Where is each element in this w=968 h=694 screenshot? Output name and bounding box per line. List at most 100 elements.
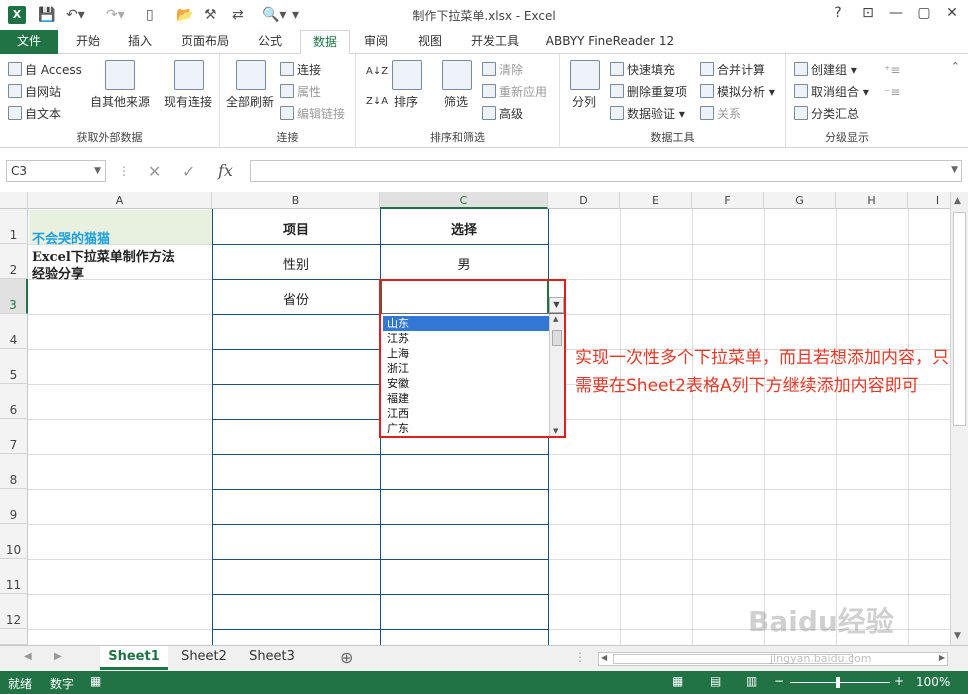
from-web-button[interactable]: 自网站	[8, 84, 61, 100]
column-header-h[interactable]: H	[836, 192, 908, 209]
cell-c1[interactable]: 选择	[380, 219, 548, 238]
advanced-filter-button[interactable]: 高级	[482, 106, 523, 122]
scroll-right-icon[interactable]: ▶	[939, 653, 945, 662]
relationships-button[interactable]: 关系	[700, 106, 741, 122]
reapply-button[interactable]: 重新应用	[482, 84, 547, 100]
row-header[interactable]: 4	[0, 314, 28, 349]
cell-b1[interactable]: 项目	[212, 219, 380, 238]
chevron-down-icon[interactable]: ▼	[94, 161, 101, 181]
sheet-tab-sheet1[interactable]: Sheet1	[100, 646, 168, 670]
group-button[interactable]: 创建组 ▾	[794, 62, 857, 78]
tab-file[interactable]: 文件	[0, 30, 58, 54]
cell-c2[interactable]: 男	[380, 254, 548, 273]
scroll-up-icon[interactable]: ▲	[954, 196, 961, 206]
page-break-view-icon[interactable]: ▥	[746, 674, 757, 688]
restore-icon[interactable]: ▢	[912, 5, 936, 21]
clear-filter-button[interactable]: 清除	[482, 62, 523, 78]
consolidate-button[interactable]: 合并计算	[700, 62, 765, 78]
tab-developer[interactable]: 开发工具	[462, 30, 528, 54]
column-header-a[interactable]: A	[28, 192, 212, 209]
cell-b3[interactable]: 省份	[212, 289, 380, 308]
tab-formulas[interactable]: 公式	[250, 30, 290, 54]
collapse-ribbon-icon[interactable]: ⌃	[951, 60, 960, 73]
cancel-icon[interactable]: ✕	[148, 162, 161, 181]
normal-view-icon[interactable]: ▦	[672, 674, 683, 688]
page-layout-view-icon[interactable]: ▤	[710, 674, 721, 688]
tab-abbyy[interactable]: ABBYY FineReader 12	[540, 30, 680, 54]
add-sheet-icon[interactable]: ⊕	[340, 648, 353, 667]
tab-home[interactable]: 开始	[68, 30, 108, 54]
column-header-i[interactable]: I	[908, 192, 950, 209]
what-if-button[interactable]: 模拟分析 ▾	[700, 84, 775, 100]
cell-a2-line2[interactable]: 经验分享	[32, 263, 84, 282]
scroll-down-icon[interactable]: ▼	[954, 631, 961, 641]
minimize-icon[interactable]: —	[884, 5, 908, 21]
select-all-corner[interactable]	[0, 192, 28, 209]
sheet-tab-sheet2[interactable]: Sheet2	[170, 646, 238, 670]
row-header[interactable]: 1	[0, 209, 28, 244]
cell-a1[interactable]: 不会哭的猫猫	[32, 228, 110, 247]
name-box[interactable]: C3 ▼	[6, 160, 106, 182]
zoom-out-icon[interactable]: −	[774, 674, 784, 688]
connections-button[interactable]: 连接	[280, 62, 321, 78]
tab-page-layout[interactable]: 页面布局	[172, 30, 238, 54]
tab-insert[interactable]: 插入	[120, 30, 160, 54]
row-header[interactable]: 7	[0, 419, 28, 454]
hide-detail-icon[interactable]: ⁻≡	[884, 84, 900, 100]
show-detail-icon[interactable]: ⁺≡	[884, 62, 900, 78]
tab-review[interactable]: 审阅	[356, 30, 396, 54]
refresh-all-button[interactable]: 全部刷新	[226, 94, 274, 110]
row-header[interactable]: 2	[0, 244, 28, 279]
row-header[interactable]: 5	[0, 349, 28, 384]
cell-b2[interactable]: 性别	[212, 254, 380, 273]
zoom-in-icon[interactable]: +	[894, 674, 904, 688]
column-header-d[interactable]: D	[548, 192, 620, 209]
tab-view[interactable]: 视图	[410, 30, 450, 54]
prev-sheet-icon[interactable]: ◀	[24, 651, 32, 662]
text-to-columns-button[interactable]: 分列	[572, 94, 596, 110]
zoom-slider[interactable]	[790, 682, 890, 683]
zoom-slider-thumb[interactable]	[836, 677, 840, 688]
column-header-g[interactable]: G	[764, 192, 836, 209]
sheet-tab-sheet3[interactable]: Sheet3	[238, 646, 306, 670]
column-header-f[interactable]: F	[692, 192, 764, 209]
from-text-button[interactable]: 自文本	[8, 106, 61, 122]
other-sources-button[interactable]: 自其他来源	[90, 94, 150, 110]
sort-asc-icon[interactable]: A↓Z	[366, 64, 388, 80]
scroll-left-icon[interactable]: ◀	[601, 653, 607, 662]
row-header[interactable]: 6	[0, 384, 28, 419]
formula-input[interactable]	[250, 160, 962, 182]
sort-desc-icon[interactable]: Z↓A	[366, 94, 388, 110]
row-header[interactable]: 10	[0, 524, 28, 559]
insert-function-icon[interactable]: fx	[218, 161, 233, 180]
edit-links-button[interactable]: 编辑链接	[280, 106, 345, 122]
macro-record-icon[interactable]: ▦	[90, 674, 101, 688]
column-header-b[interactable]: B	[212, 192, 380, 209]
sort-button[interactable]: 排序	[394, 94, 418, 110]
row-header[interactable]: 3	[0, 279, 28, 314]
column-header-c[interactable]: C	[380, 192, 548, 209]
row-header[interactable]: 12	[0, 594, 28, 629]
filter-button[interactable]: 筛选	[444, 94, 468, 110]
zoom-level[interactable]: 100%	[916, 675, 950, 689]
close-icon[interactable]: ✕	[940, 5, 964, 21]
enter-icon[interactable]: ✓	[182, 162, 195, 181]
vertical-scrollbar[interactable]: ▲ ▼	[950, 192, 968, 645]
from-access-button[interactable]: 自 Access	[8, 62, 82, 78]
column-header-e[interactable]: E	[620, 192, 692, 209]
data-validation-button[interactable]: 数据验证 ▾	[610, 106, 685, 122]
row-header[interactable]: 9	[0, 489, 28, 524]
remove-duplicates-button[interactable]: 删除重复项	[610, 84, 687, 100]
row-header[interactable]: 8	[0, 454, 28, 489]
subtotal-button[interactable]: 分类汇总	[794, 106, 859, 122]
expand-formula-icon[interactable]: ▼	[951, 165, 958, 175]
existing-connections-button[interactable]: 现有连接	[164, 94, 212, 110]
row-header[interactable]	[0, 629, 28, 645]
tab-data[interactable]: 数据	[300, 30, 350, 55]
ribbon-display-icon[interactable]: ⊡	[856, 5, 880, 21]
row-header[interactable]: 11	[0, 559, 28, 594]
flash-fill-button[interactable]: 快速填充	[610, 62, 675, 78]
help-icon[interactable]: ?	[826, 5, 850, 21]
properties-button[interactable]: 属性	[280, 84, 321, 100]
next-sheet-icon[interactable]: ▶	[54, 651, 62, 662]
